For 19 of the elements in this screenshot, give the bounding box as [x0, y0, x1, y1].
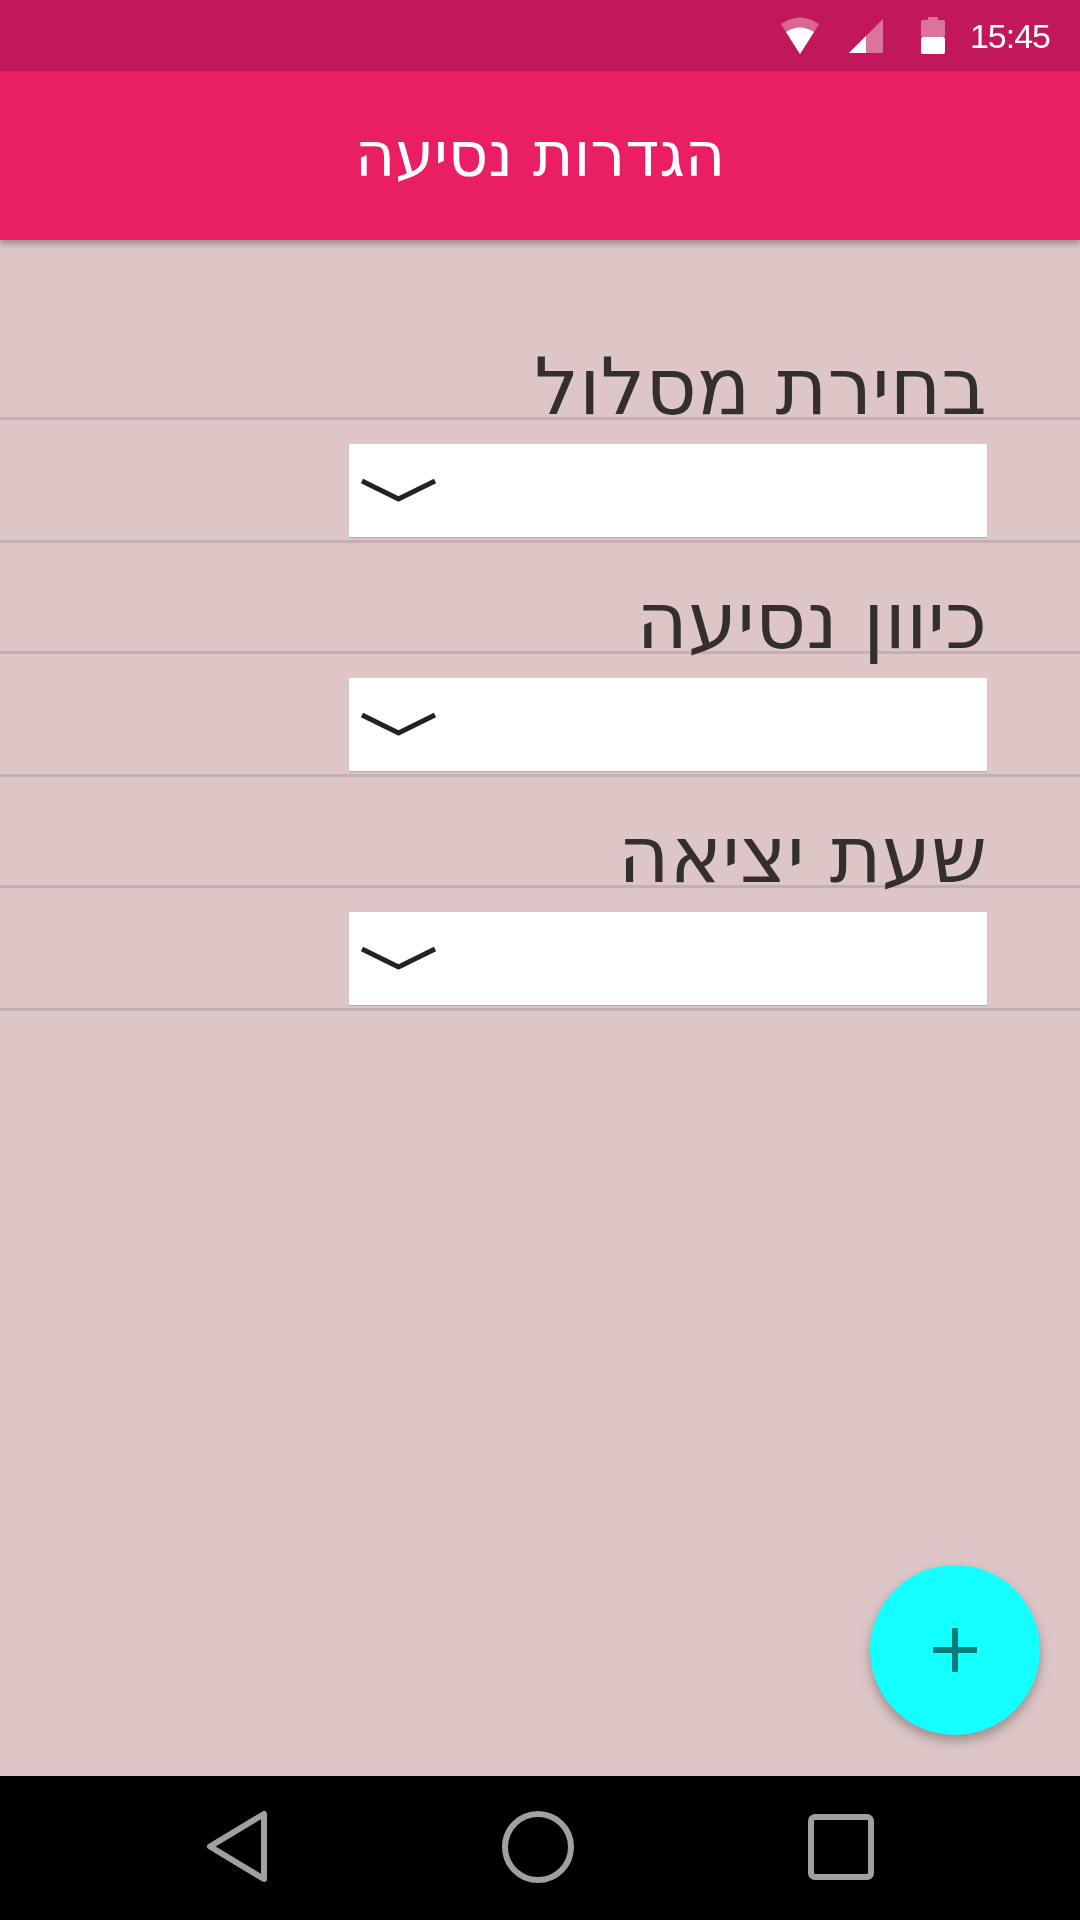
- chevron-down-icon: [360, 478, 437, 503]
- recents-button[interactable]: [808, 1813, 874, 1883]
- dropdown-field[interactable]: [349, 444, 987, 537]
- plus-icon: [933, 1628, 977, 1672]
- home-icon: [502, 1810, 574, 1883]
- home-button[interactable]: [502, 1810, 574, 1886]
- battery-icon: [920, 17, 945, 54]
- app-bar-title: הגדרות נסיעה: [354, 118, 726, 193]
- dropdown-field[interactable]: [349, 678, 987, 771]
- chevron-down-icon: [360, 712, 437, 737]
- recents-icon: [808, 1813, 874, 1880]
- signal-icon: [848, 18, 883, 53]
- wifi-icon: [780, 17, 819, 54]
- field-label: בחירת מסלול: [534, 348, 987, 427]
- field-label: שעת יציאה: [617, 816, 987, 895]
- status-time: 15:45: [969, 18, 1050, 53]
- dropdown-field[interactable]: [349, 912, 987, 1005]
- chevron-down-icon: [360, 946, 437, 971]
- back-icon: [206, 1810, 268, 1883]
